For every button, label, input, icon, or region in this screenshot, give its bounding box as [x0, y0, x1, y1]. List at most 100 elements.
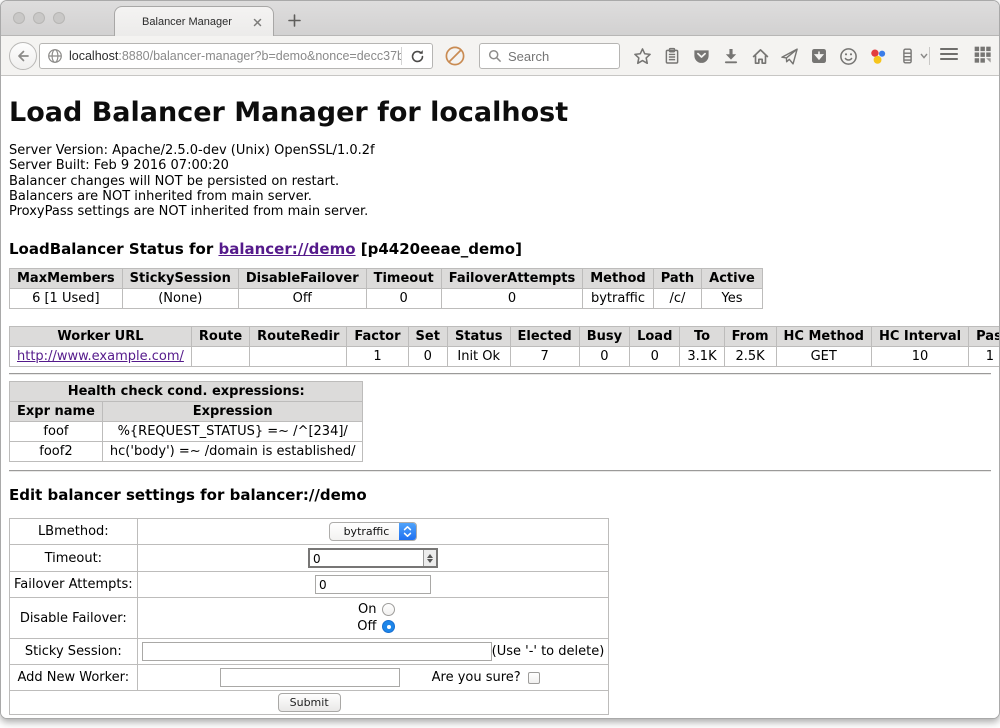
- dropdown-caret-icon: [920, 53, 928, 59]
- cell-maxmembers: 6 [1 Used]: [10, 289, 123, 309]
- col-from: From: [724, 327, 776, 347]
- off-radio[interactable]: [382, 620, 395, 633]
- number-spinner-icon[interactable]: [423, 550, 436, 566]
- disable-failover-row: Disable Failover: On Off: [10, 598, 609, 639]
- are-you-sure-label: Are you sure?: [432, 670, 521, 685]
- add-worker-label: Add New Worker:: [10, 665, 138, 691]
- url-path: :8880/balancer-manager?b=demo&nonce=decc…: [118, 49, 401, 63]
- timeout-value: 0: [310, 550, 423, 566]
- back-arrow-icon: [15, 48, 31, 64]
- col-set: Set: [408, 327, 447, 347]
- submit-button[interactable]: Submit: [278, 693, 341, 712]
- worker-table: Worker URL Route RouteRedir Factor Set S…: [9, 326, 999, 367]
- colored-dots-icon[interactable]: [867, 45, 889, 67]
- col-load: Load: [630, 327, 680, 347]
- url-text[interactable]: localhost:8880/balancer-manager?b=demo&n…: [69, 49, 401, 63]
- balancer-status-table: MaxMembers StickySession DisableFailover…: [9, 268, 763, 309]
- edit-settings-heading: Edit balancer settings for balancer://de…: [9, 486, 991, 504]
- add-worker-input[interactable]: [220, 668, 400, 687]
- search-input[interactable]: [508, 49, 619, 64]
- search-bar[interactable]: [479, 43, 620, 69]
- send-icon[interactable]: [779, 45, 801, 67]
- cell-set: 0: [408, 347, 447, 367]
- window-controls[interactable]: [13, 12, 65, 24]
- lbmethod-row: LBmethod: bytraffic: [10, 519, 609, 545]
- page-content: Load Balancer Manager for localhost Serv…: [1, 77, 999, 719]
- server-version-line: Server Version: Apache/2.5.0-dev (Unix) …: [9, 143, 991, 158]
- reload-icon[interactable]: [402, 49, 432, 64]
- bookmark-star-icon[interactable]: [631, 45, 653, 67]
- health-row-foof2: foof2 hc('body') =~ /domain is establish…: [10, 442, 363, 462]
- url-host: localhost: [69, 49, 118, 63]
- status-heading: LoadBalancer Status for balancer://demo …: [9, 240, 991, 258]
- col-failoverattempts: FailoverAttempts: [441, 269, 583, 289]
- cell-timeout: 0: [366, 289, 441, 309]
- worker-data-row: http://www.example.com/ 1 0 Init Ok 7 0 …: [10, 347, 1000, 367]
- disable-failover-label: Disable Failover:: [10, 598, 138, 639]
- cell-active: Yes: [702, 289, 763, 309]
- status-heading-prefix: LoadBalancer Status for: [9, 240, 218, 258]
- sticky-session-input[interactable]: [142, 642, 492, 661]
- window-close-button[interactable]: [13, 12, 25, 24]
- lbmethod-selected-value: bytraffic: [330, 525, 400, 538]
- are-you-sure-checkbox[interactable]: [528, 672, 540, 684]
- cell-failoverattempts: 0: [441, 289, 583, 309]
- browser-window: Balancer Manager localhost:8880/balancer…: [0, 0, 1000, 719]
- cell-hc-interval: 10: [871, 347, 968, 367]
- cell-expr-name: foof2: [10, 442, 103, 462]
- failover-off-option[interactable]: Off: [142, 618, 605, 635]
- url-bar[interactable]: localhost:8880/balancer-manager?b=demo&n…: [39, 43, 433, 69]
- lbmethod-select[interactable]: bytraffic: [329, 522, 418, 541]
- on-radio[interactable]: [382, 603, 395, 616]
- save-page-icon[interactable]: [808, 45, 830, 67]
- cell-busy: 0: [579, 347, 629, 367]
- health-title-row: Health check cond. expressions:: [10, 382, 363, 402]
- worker-url-link[interactable]: http://www.example.com/: [17, 349, 184, 364]
- timeout-input[interactable]: 0: [308, 548, 438, 568]
- tiles-grid-icon[interactable]: [973, 45, 993, 65]
- col-path: Path: [653, 269, 701, 289]
- window-minimize-button[interactable]: [33, 12, 45, 24]
- chat-smiley-icon[interactable]: [838, 45, 860, 67]
- failover-attempts-input[interactable]: [315, 575, 431, 594]
- col-maxmembers: MaxMembers: [10, 269, 123, 289]
- tab-balancer-manager[interactable]: Balancer Manager: [114, 6, 274, 36]
- tracking-blocked-icon[interactable]: [444, 45, 466, 67]
- sticky-session-row: Sticky Session: (Use '-' to delete): [10, 639, 609, 665]
- persist-note-line: Balancer changes will NOT be persisted o…: [9, 174, 991, 189]
- reading-list-icon[interactable]: [661, 45, 683, 67]
- home-icon[interactable]: [749, 45, 771, 67]
- health-table-title: Health check cond. expressions:: [10, 382, 363, 402]
- balancer-demo-link[interactable]: balancer://demo: [218, 240, 355, 258]
- pocket-icon[interactable]: [690, 45, 712, 67]
- page-title: Load Balancer Manager for localhost: [9, 97, 991, 128]
- containers-icon[interactable]: [897, 45, 931, 67]
- cell-routeredir: [250, 347, 347, 367]
- select-arrows-icon: [399, 522, 416, 541]
- cell-hc-method: GET: [776, 347, 871, 367]
- back-button[interactable]: [9, 42, 37, 70]
- col-route: Route: [191, 327, 249, 347]
- server-info: Server Version: Apache/2.5.0-dev (Unix) …: [9, 143, 991, 219]
- cell-method: bytraffic: [583, 289, 653, 309]
- failover-attempts-label: Failover Attempts:: [10, 572, 138, 598]
- divider: [9, 373, 991, 375]
- failover-on-option[interactable]: On: [142, 601, 605, 618]
- col-timeout: Timeout: [366, 269, 441, 289]
- status-heading-suffix: [p4420eeae_demo]: [356, 240, 522, 258]
- new-tab-icon[interactable]: [284, 9, 304, 31]
- health-header-row: Expr name Expression: [10, 402, 363, 422]
- close-tab-icon[interactable]: [251, 16, 263, 28]
- menu-icon[interactable]: [939, 45, 959, 63]
- col-to: To: [680, 327, 724, 347]
- downloads-icon[interactable]: [720, 45, 742, 67]
- cell-expr-name: foof: [10, 422, 103, 442]
- col-disablefailover: DisableFailover: [238, 269, 366, 289]
- worker-header-row: Worker URL Route RouteRedir Factor Set S…: [10, 327, 1000, 347]
- submit-row: Submit: [10, 691, 609, 715]
- off-label: Off: [350, 619, 376, 634]
- sticky-session-hint: (Use '-' to delete): [492, 644, 605, 659]
- server-built-line: Server Built: Feb 9 2016 07:00:20: [9, 158, 991, 173]
- sticky-session-label: Sticky Session:: [10, 639, 138, 665]
- window-zoom-button[interactable]: [53, 12, 65, 24]
